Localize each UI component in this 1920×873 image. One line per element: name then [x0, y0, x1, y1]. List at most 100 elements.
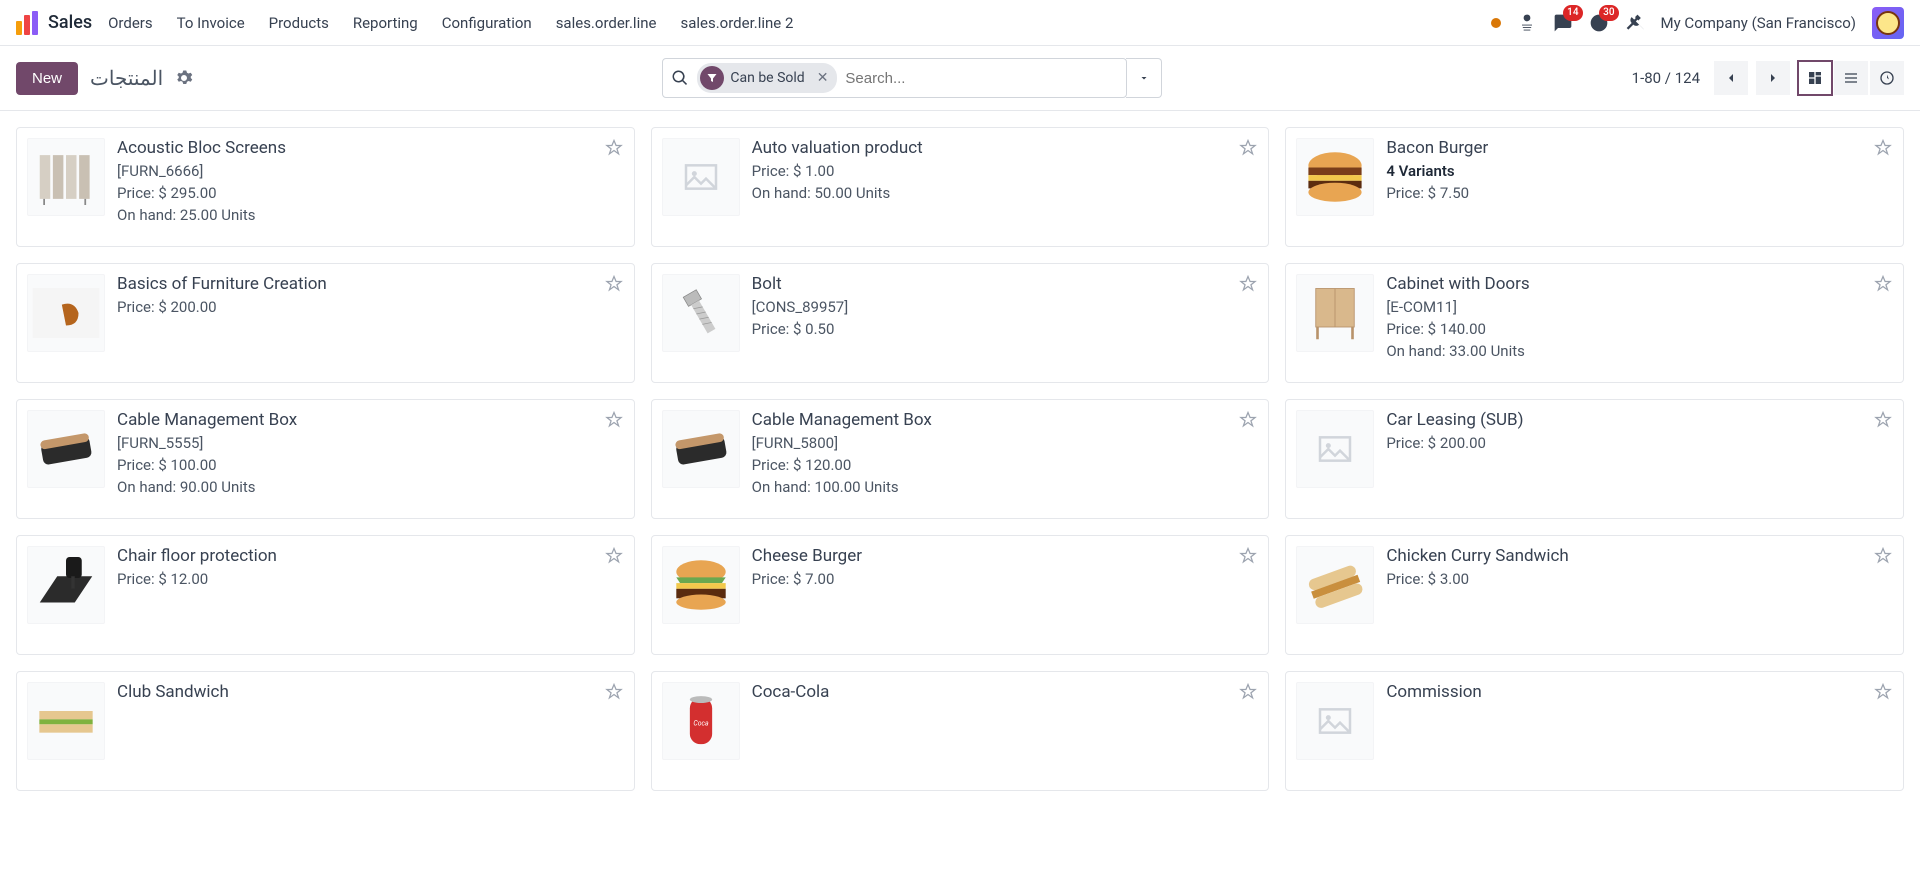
filter-pill[interactable]: Can be Sold ✕	[697, 63, 837, 93]
tools-icon[interactable]	[1625, 13, 1645, 33]
product-card[interactable]: Cable Management Box [FURN_5800] Price: $ …	[651, 399, 1270, 519]
activities-icon[interactable]: 30	[1589, 13, 1609, 33]
product-price: Price: $ 1.00	[752, 162, 1259, 180]
product-onhand: On hand: 50.00 Units	[752, 184, 1259, 202]
product-card[interactable]: Bolt [CONS_89957] Price: $ 0.50	[651, 263, 1270, 383]
messages-icon[interactable]: 14	[1553, 13, 1573, 33]
product-name: Club Sandwich	[117, 682, 624, 702]
status-dot	[1491, 18, 1501, 28]
product-price: Price: $ 12.00	[117, 570, 624, 588]
favorite-star-icon[interactable]	[604, 138, 624, 158]
search-options-dropdown[interactable]	[1126, 58, 1162, 98]
product-price: Price: $ 295.00	[117, 184, 624, 202]
nav-item-configuration[interactable]: Configuration	[442, 14, 532, 32]
product-card[interactable]: Commission	[1285, 671, 1904, 791]
favorite-star-icon[interactable]	[1238, 682, 1258, 702]
product-card[interactable]: Chicken Curry SandwichPrice: $ 3.00	[1285, 535, 1904, 655]
product-image	[1296, 138, 1374, 216]
product-code: [FURN_5800]	[752, 434, 1259, 452]
product-name: Cable Management Box	[752, 410, 1259, 430]
product-image	[1296, 274, 1374, 352]
favorite-star-icon[interactable]	[604, 410, 624, 430]
favorite-star-icon[interactable]	[1873, 274, 1893, 294]
search-input[interactable]	[845, 70, 1118, 87]
nav-menu: Orders To Invoice Products Reporting Configu…	[108, 14, 793, 32]
product-name: Acoustic Bloc Screens	[117, 138, 624, 158]
funnel-icon	[700, 66, 724, 90]
product-image	[662, 138, 740, 216]
favorite-star-icon[interactable]	[604, 274, 624, 294]
search-box[interactable]: Can be Sold ✕	[662, 58, 1127, 98]
product-card[interactable]: Basics of Furniture CreationPrice: $ 200…	[16, 263, 635, 383]
product-price: Price: $ 200.00	[1386, 434, 1893, 452]
product-name: Bolt	[752, 274, 1259, 294]
product-code: [CONS_89957]	[752, 298, 1259, 316]
product-onhand: On hand: 33.00 Units	[1386, 342, 1893, 360]
list-view-button[interactable]	[1834, 61, 1868, 95]
nav-item-to-invoice[interactable]: To Invoice	[177, 14, 245, 32]
pager-next-button[interactable]	[1756, 61, 1790, 95]
product-card[interactable]: Cheese Burger Price: $ 7.00	[651, 535, 1270, 655]
voip-icon[interactable]	[1517, 13, 1537, 33]
product-grid: Acoustic Bloc Screens [FURN_6666] Price: $…	[0, 111, 1920, 807]
favorite-star-icon[interactable]	[1873, 546, 1893, 566]
app-name: Sales	[48, 12, 92, 33]
filter-remove-icon[interactable]: ✕	[811, 70, 835, 86]
product-price: Price: $ 100.00	[117, 456, 624, 474]
kanban-view-button[interactable]	[1798, 61, 1832, 95]
product-image	[1296, 682, 1374, 760]
gear-icon[interactable]	[175, 69, 193, 87]
nav-item-orders[interactable]: Orders	[108, 14, 153, 32]
product-price: Price: $ 0.50	[752, 320, 1259, 338]
favorite-star-icon[interactable]	[604, 546, 624, 566]
product-image	[27, 138, 105, 216]
product-image	[1296, 410, 1374, 488]
product-image	[662, 546, 740, 624]
product-card[interactable]: Club Sandwich	[16, 671, 635, 791]
product-price: Price: $ 200.00	[117, 298, 624, 316]
new-button[interactable]: New	[16, 62, 78, 95]
product-name: Coca-Cola	[752, 682, 1259, 702]
favorite-star-icon[interactable]	[1238, 410, 1258, 430]
favorite-star-icon[interactable]	[1238, 274, 1258, 294]
app-logo[interactable]: Sales	[16, 11, 92, 35]
filter-label: Can be Sold	[730, 70, 804, 86]
product-card[interactable]: Cabinet with Doors[E-COM11]Price: $ 140.…	[1285, 263, 1904, 383]
favorite-star-icon[interactable]	[604, 682, 624, 702]
product-card[interactable]: Auto valuation productPrice: $ 1.00On ha…	[651, 127, 1270, 247]
activities-badge: 30	[1599, 5, 1618, 21]
product-price: Price: $ 140.00	[1386, 320, 1893, 338]
favorite-star-icon[interactable]	[1238, 138, 1258, 158]
pager-prev-button[interactable]	[1714, 61, 1748, 95]
product-price: Price: $ 120.00	[752, 456, 1259, 474]
nav-item-reporting[interactable]: Reporting	[353, 14, 418, 32]
product-code: [FURN_6666]	[117, 162, 624, 180]
product-price: Price: $ 7.00	[752, 570, 1259, 588]
user-avatar[interactable]	[1872, 7, 1904, 39]
product-card[interactable]: Chair floor protectionPrice: $ 12.00	[16, 535, 635, 655]
nav-item-sales-order-line-2[interactable]: sales.order.line 2	[680, 14, 793, 32]
product-onhand: On hand: 25.00 Units	[117, 206, 624, 224]
product-name: Cheese Burger	[752, 546, 1259, 566]
product-name: Chicken Curry Sandwich	[1386, 546, 1893, 566]
pager-text[interactable]: 1-80 / 124	[1632, 69, 1700, 87]
breadcrumb-title: المنتجات	[90, 66, 163, 90]
product-card[interactable]: Cable Management Box[FURN_5555]Price: $ …	[16, 399, 635, 519]
activity-view-button[interactable]	[1870, 61, 1904, 95]
product-name: Cable Management Box	[117, 410, 624, 430]
product-card[interactable]: Car Leasing (SUB)Price: $ 200.00	[1285, 399, 1904, 519]
product-onhand: On hand: 100.00 Units	[752, 478, 1259, 496]
nav-item-products[interactable]: Products	[269, 14, 329, 32]
company-selector[interactable]: My Company (San Francisco)	[1661, 14, 1856, 32]
nav-item-sales-order-line[interactable]: sales.order.line	[556, 14, 657, 32]
favorite-star-icon[interactable]	[1238, 546, 1258, 566]
product-card[interactable]: Acoustic Bloc Screens [FURN_6666] Price: $…	[16, 127, 635, 247]
product-name: Commission	[1386, 682, 1893, 702]
product-card[interactable]: Coca Coca-Cola	[651, 671, 1270, 791]
favorite-star-icon[interactable]	[1873, 138, 1893, 158]
favorite-star-icon[interactable]	[1873, 682, 1893, 702]
product-card[interactable]: Bacon Burger4 VariantsPrice: $ 7.50	[1285, 127, 1904, 247]
svg-text:Coca: Coca	[693, 719, 709, 727]
product-image	[1296, 546, 1374, 624]
favorite-star-icon[interactable]	[1873, 410, 1893, 430]
